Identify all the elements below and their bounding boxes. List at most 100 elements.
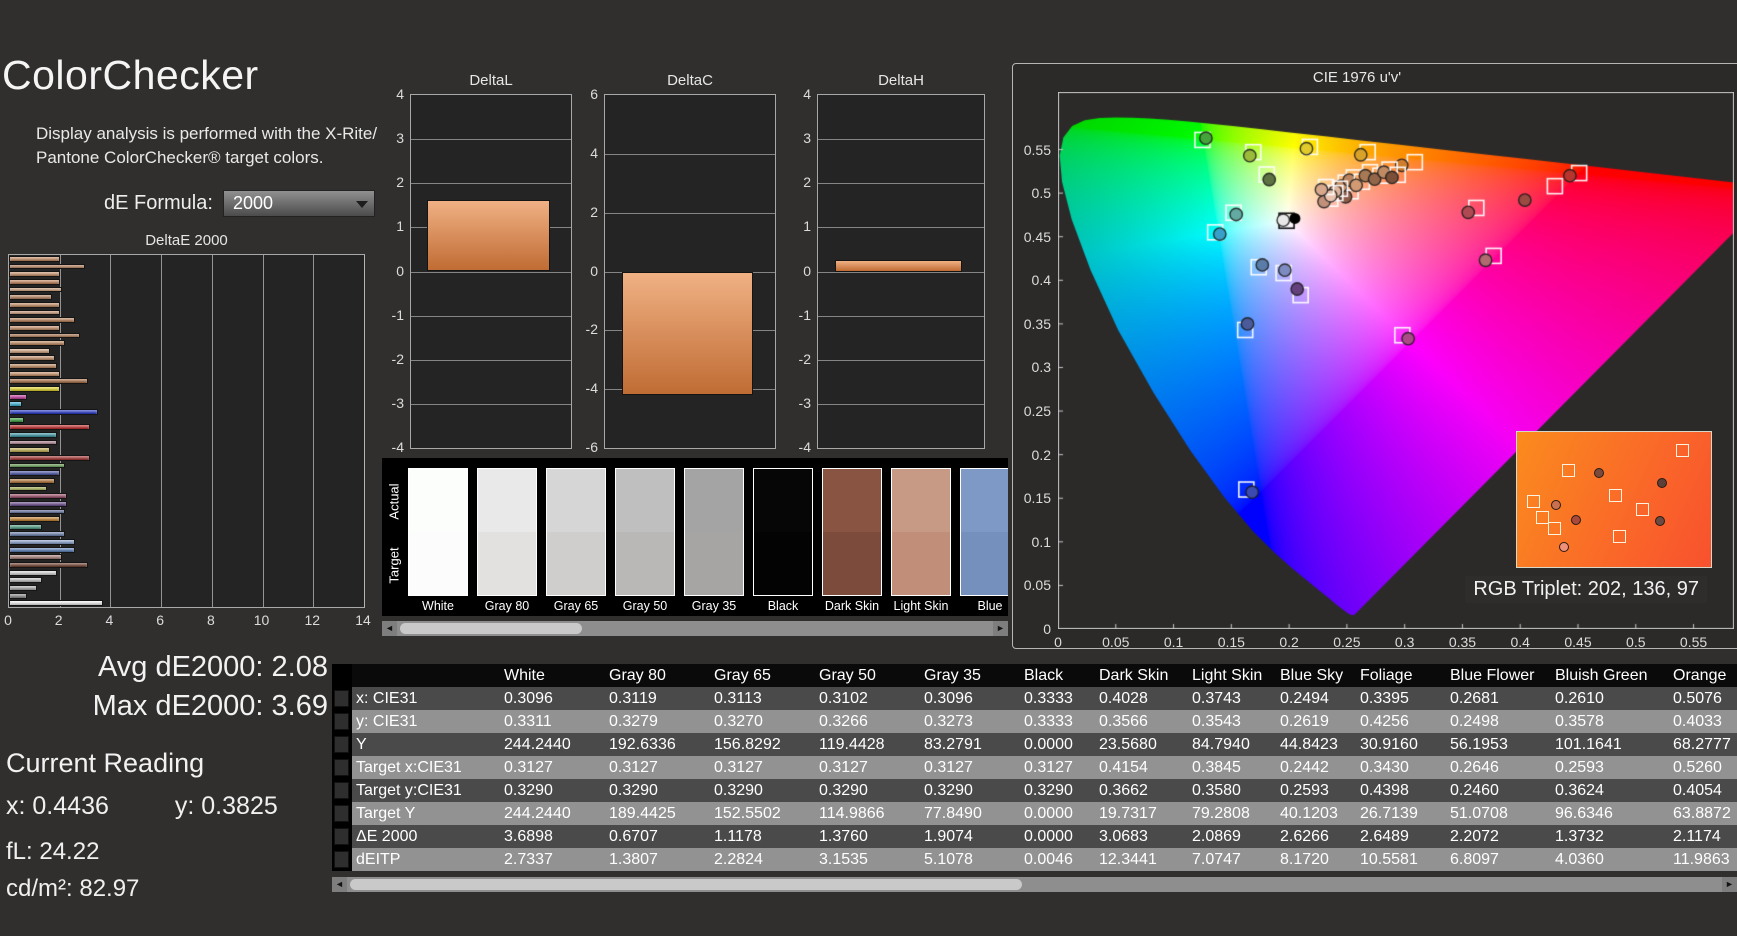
de-bar [9, 531, 65, 537]
de-bar [9, 470, 60, 476]
value-cell: 0.3290 [710, 779, 815, 802]
table-header-row: WhiteGray 80Gray 65Gray 50Gray 35BlackDa… [332, 664, 1737, 687]
value-cell: 0.3662 [1095, 779, 1188, 802]
actual-swatch [754, 469, 812, 532]
actual-swatch [685, 469, 743, 532]
value-cell: 19.7317 [1095, 802, 1188, 825]
value-cell: 0.2681 [1446, 687, 1551, 710]
column-header: Gray 65 [710, 664, 815, 687]
scroll-right-arrow-icon[interactable]: ► [993, 621, 1008, 636]
de-bar [9, 317, 75, 323]
tick-label: 0.25 [1325, 634, 1369, 650]
value-cell: 2.6266 [1276, 825, 1356, 848]
scroll-left-arrow-icon[interactable]: ◄ [382, 621, 397, 636]
tick-label: 1 [781, 218, 811, 234]
de-bar [9, 340, 65, 346]
de-bar [9, 363, 57, 369]
tick-label: 1 [374, 218, 404, 234]
swatch-column: Dark Skin [822, 468, 882, 613]
description-line1: Display analysis is performed with the X… [36, 122, 377, 146]
tick-label: 4 [106, 612, 114, 628]
actual-swatch [547, 469, 605, 532]
scroll-left-arrow-icon[interactable]: ◄ [332, 877, 347, 892]
tick-label: 0.05 [1015, 577, 1051, 593]
table-row: dEITP2.73371.38072.28243.15355.10780.004… [332, 848, 1737, 871]
gridline [161, 255, 162, 607]
de-bar [9, 371, 60, 377]
deltal-chart [410, 94, 572, 449]
row-handle [334, 851, 349, 868]
value-cell: 152.5502 [710, 802, 815, 825]
gridline [605, 154, 775, 155]
value-cell: 0.3119 [605, 687, 710, 710]
value-cell: 44.8423 [1276, 733, 1356, 756]
value-cell: 0.4054 [1669, 779, 1737, 802]
page-title: ColorChecker [2, 52, 259, 99]
value-cell: 1.1178 [710, 825, 815, 848]
row-handle [334, 690, 349, 707]
deltal-y-axis: 43210-1-2-3-4 [374, 94, 406, 449]
gridline [313, 255, 314, 607]
swatch-scrollbar-thumb[interactable] [400, 623, 582, 634]
de-bar [9, 554, 62, 560]
tick-label: 0.1 [1152, 634, 1196, 650]
deltah-chart-title: DeltaH [817, 72, 985, 89]
de-bar [9, 516, 60, 522]
scroll-right-arrow-icon[interactable]: ► [1722, 877, 1737, 892]
value-cell: 0.3580 [1188, 779, 1276, 802]
value-cell: 2.6489 [1356, 825, 1446, 848]
cie-chart-title: CIE 1976 u'v' [1013, 69, 1701, 86]
swatch-block [546, 468, 606, 596]
gutter-cell [332, 779, 352, 802]
de-bar [9, 570, 57, 576]
tick-label: 0 [4, 612, 12, 628]
target-square-marker [1562, 464, 1575, 477]
value-cell: 0.3127 [1020, 756, 1095, 779]
de-bar [9, 547, 75, 553]
de-formula-dropdown[interactable]: 2000 [223, 190, 375, 217]
de-bar [9, 585, 37, 591]
table-scrollbar[interactable]: ◄ ► [332, 877, 1737, 892]
table-scrollbar-thumb[interactable] [350, 879, 1022, 890]
de-bar [9, 493, 67, 499]
reading-x: x: 0.4436 [6, 792, 109, 821]
de-bar [9, 577, 42, 583]
value-cell: 8.1720 [1276, 848, 1356, 871]
value-cell: 0.2498 [1446, 710, 1551, 733]
gridline [263, 255, 264, 607]
tick-label: -3 [781, 395, 811, 411]
value-cell: 0.3290 [920, 779, 1020, 802]
row-label: Target x:CIE31 [352, 756, 500, 779]
value-cell: 0.4256 [1356, 710, 1446, 733]
swatch-column: Light Skin [891, 468, 951, 613]
de-bar [9, 279, 60, 285]
tick-label: 3 [374, 130, 404, 146]
tick-label: 0.2 [1015, 447, 1051, 463]
column-header: Gray 35 [920, 664, 1020, 687]
measured-circle-marker [1571, 515, 1581, 525]
actual-row-label: Actual [387, 474, 402, 530]
value-cell: 30.9160 [1356, 733, 1446, 756]
tick-label: 0.45 [1556, 634, 1600, 650]
rgb-triplet-label: RGB Triplet: 202, 136, 97 [1465, 576, 1707, 603]
gridline [212, 255, 213, 607]
value-cell: 0.3096 [500, 687, 605, 710]
column-header: Blue Flower [1446, 664, 1551, 687]
swatch-block [822, 468, 882, 596]
column-header: White [500, 664, 605, 687]
de-bar [9, 378, 88, 384]
swatch-label: Blue [960, 599, 1008, 613]
row-label: y: CIE31 [352, 710, 500, 733]
de-bar [9, 424, 90, 430]
value-cell: 0.3127 [710, 756, 815, 779]
de-formula-row: dE Formula: 2000 [104, 190, 375, 217]
de-bar [9, 447, 50, 453]
tick-label: 2 [55, 612, 63, 628]
tick-label: -4 [781, 439, 811, 455]
tick-label: 0.2 [1267, 634, 1311, 650]
swatch-label: Gray 80 [477, 599, 537, 613]
swatch-scrollbar[interactable]: ◄ ► [382, 621, 1008, 636]
row-label-header [352, 664, 500, 687]
value-cell: 26.7139 [1356, 802, 1446, 825]
gutter-cell [332, 710, 352, 733]
